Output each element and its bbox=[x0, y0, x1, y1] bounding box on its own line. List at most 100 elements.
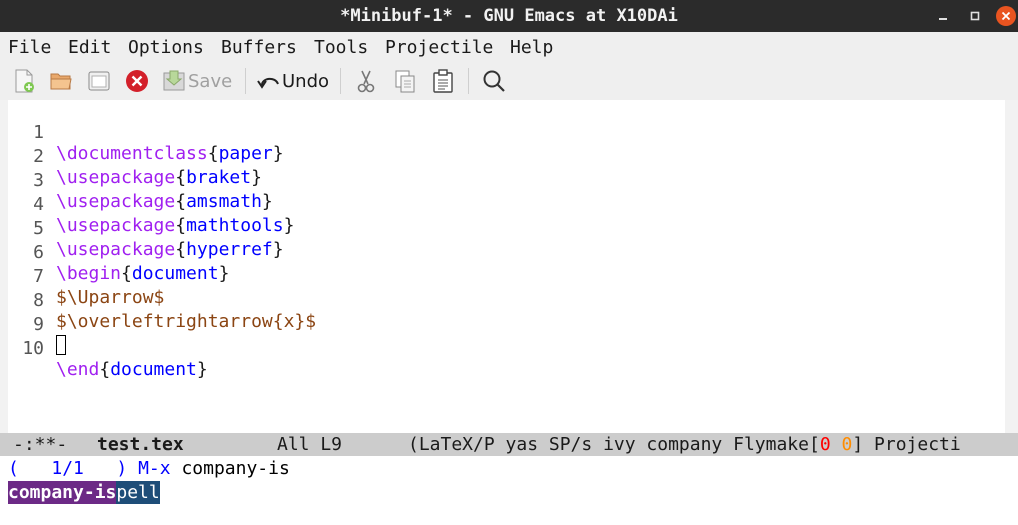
latex-command: \usepackage bbox=[56, 215, 176, 236]
modes-prefix: (LaTeX/P yas SP/s ivy company Flymake[ bbox=[408, 434, 820, 455]
open-file-button[interactable] bbox=[48, 67, 74, 95]
latex-argument: paper bbox=[218, 143, 273, 164]
brace: { bbox=[175, 167, 187, 188]
save-icon bbox=[163, 70, 185, 91]
latex-argument: braket bbox=[186, 167, 252, 188]
window-title: *Minibuf-1* - GNU Emacs at X10DAi bbox=[340, 6, 678, 26]
save-button[interactable]: Save bbox=[162, 67, 232, 95]
brace: { bbox=[121, 263, 132, 284]
code-line: 9 bbox=[0, 293, 66, 355]
brace: { bbox=[207, 143, 219, 164]
title-bar: *Minibuf-1* - GNU Emacs at X10DAi bbox=[0, 0, 1018, 32]
dired-button[interactable] bbox=[86, 67, 112, 95]
count-close: ) bbox=[116, 458, 128, 479]
brace: } bbox=[196, 359, 208, 380]
close-buffer-button[interactable] bbox=[124, 67, 150, 95]
paste-button[interactable] bbox=[430, 67, 456, 95]
toolbar: Save Undo bbox=[0, 62, 1018, 100]
close-button[interactable] bbox=[995, 5, 1017, 27]
code-line: 6 \begin{document} bbox=[0, 221, 229, 284]
paste-icon bbox=[433, 69, 453, 93]
minimize-icon bbox=[939, 18, 947, 20]
minibuffer-input[interactable]: company-is bbox=[181, 458, 289, 479]
cut-button[interactable] bbox=[353, 67, 379, 95]
latex-argument: document bbox=[131, 263, 219, 284]
minibuffer-prompt-line: ( 1/1 ) M-x company-is bbox=[8, 458, 290, 479]
brace: } bbox=[251, 167, 262, 188]
code-line: 4 \usepackage{mathtools} bbox=[0, 173, 294, 236]
brace: } bbox=[283, 215, 295, 236]
toolbar-separator bbox=[245, 68, 246, 94]
brace: { bbox=[175, 239, 187, 260]
menu-file[interactable]: File bbox=[8, 37, 51, 58]
completion-candidate[interactable]: company-is pell bbox=[8, 481, 160, 504]
latex-command: \begin bbox=[56, 263, 122, 284]
copy-icon bbox=[395, 70, 415, 93]
menu-edit[interactable]: Edit bbox=[68, 37, 111, 58]
undo-label: Undo bbox=[282, 70, 330, 92]
brace: } bbox=[261, 191, 273, 212]
code-line: 5 \usepackage{hyperref} bbox=[0, 197, 283, 260]
undo-button[interactable]: Undo bbox=[256, 67, 329, 95]
close-icon bbox=[996, 6, 1016, 26]
minor-modes[interactable]: (LaTeX/P yas SP/s ivy company Flymake[0 … bbox=[408, 434, 961, 455]
mode-line[interactable]: -:**- test.tex All L9 (LaTeX/P yas SP/s … bbox=[0, 433, 1018, 456]
minibuffer-prompt: M-x bbox=[138, 458, 171, 479]
close-buffer-icon bbox=[126, 70, 148, 92]
latex-command: \usepackage bbox=[56, 239, 176, 260]
candidate-match: company-is bbox=[8, 481, 117, 504]
latex-command: \end bbox=[56, 359, 100, 380]
new-file-button[interactable] bbox=[12, 67, 36, 95]
buffer-name[interactable]: test.tex bbox=[97, 434, 184, 455]
brace: { bbox=[175, 191, 187, 212]
save-label: Save bbox=[188, 70, 233, 92]
editor-area[interactable]: 1 \documentclass{paper} 2 \usepackage{br… bbox=[0, 100, 1005, 433]
brace: } bbox=[272, 143, 284, 164]
candidate-count: 1/1 bbox=[51, 458, 84, 479]
menu-buffers[interactable]: Buffers bbox=[221, 37, 297, 58]
cut-icon bbox=[357, 70, 375, 93]
new-file-icon bbox=[15, 69, 34, 93]
text-cursor bbox=[56, 335, 66, 355]
math-expression: $\overleftrightarrow{x}$ bbox=[56, 311, 317, 332]
minibuffer[interactable]: ( 1/1 ) M-x company-is company-is pell bbox=[0, 456, 1018, 525]
latex-command: \usepackage bbox=[56, 191, 176, 212]
flymake-error-count: 0 bbox=[819, 434, 831, 455]
code-line: 2 \usepackage{braket} bbox=[0, 125, 262, 188]
menu-options[interactable]: Options bbox=[128, 37, 204, 58]
brace: } bbox=[218, 263, 230, 284]
menu-tools[interactable]: Tools bbox=[314, 37, 368, 58]
brace: } bbox=[272, 239, 284, 260]
maximize-button[interactable] bbox=[964, 5, 986, 27]
menu-bar: File Edit Options Buffers Tools Projecti… bbox=[0, 32, 1018, 62]
latex-argument: mathtools bbox=[186, 215, 284, 236]
latex-argument: amsmath bbox=[186, 191, 262, 212]
code-line: 10 \end{document} bbox=[0, 317, 207, 380]
undo-icon bbox=[257, 77, 279, 89]
right-fringe bbox=[1005, 100, 1018, 433]
brace: { bbox=[175, 215, 187, 236]
flymake-warning-count: 0 bbox=[841, 434, 853, 455]
candidate-rest: pell bbox=[116, 481, 160, 504]
latex-command: \documentclass bbox=[56, 143, 208, 164]
code-line: 7 $\Uparrow$ bbox=[0, 245, 164, 308]
copy-button[interactable] bbox=[392, 67, 418, 95]
line-number: 10 bbox=[22, 338, 44, 359]
dired-icon bbox=[88, 71, 110, 91]
latex-argument: document bbox=[110, 359, 197, 380]
buffer-position: All L9 bbox=[277, 434, 343, 455]
latex-argument: hyperref bbox=[186, 239, 273, 260]
minimize-button[interactable] bbox=[932, 5, 954, 27]
menu-help[interactable]: Help bbox=[510, 37, 553, 58]
toolbar-separator bbox=[340, 68, 341, 94]
modes-suffix: ] Projecti bbox=[852, 434, 961, 455]
code-line: 1 \documentclass{paper} bbox=[0, 101, 283, 164]
buffer-status: -:**- bbox=[13, 434, 68, 455]
maximize-icon bbox=[970, 11, 980, 21]
menu-projectile[interactable]: Projectile bbox=[385, 37, 493, 58]
search-icon bbox=[483, 70, 505, 92]
search-button[interactable] bbox=[481, 67, 507, 95]
count-open: ( bbox=[8, 458, 19, 479]
toolbar-separator bbox=[468, 68, 469, 94]
open-folder-icon bbox=[50, 73, 72, 90]
